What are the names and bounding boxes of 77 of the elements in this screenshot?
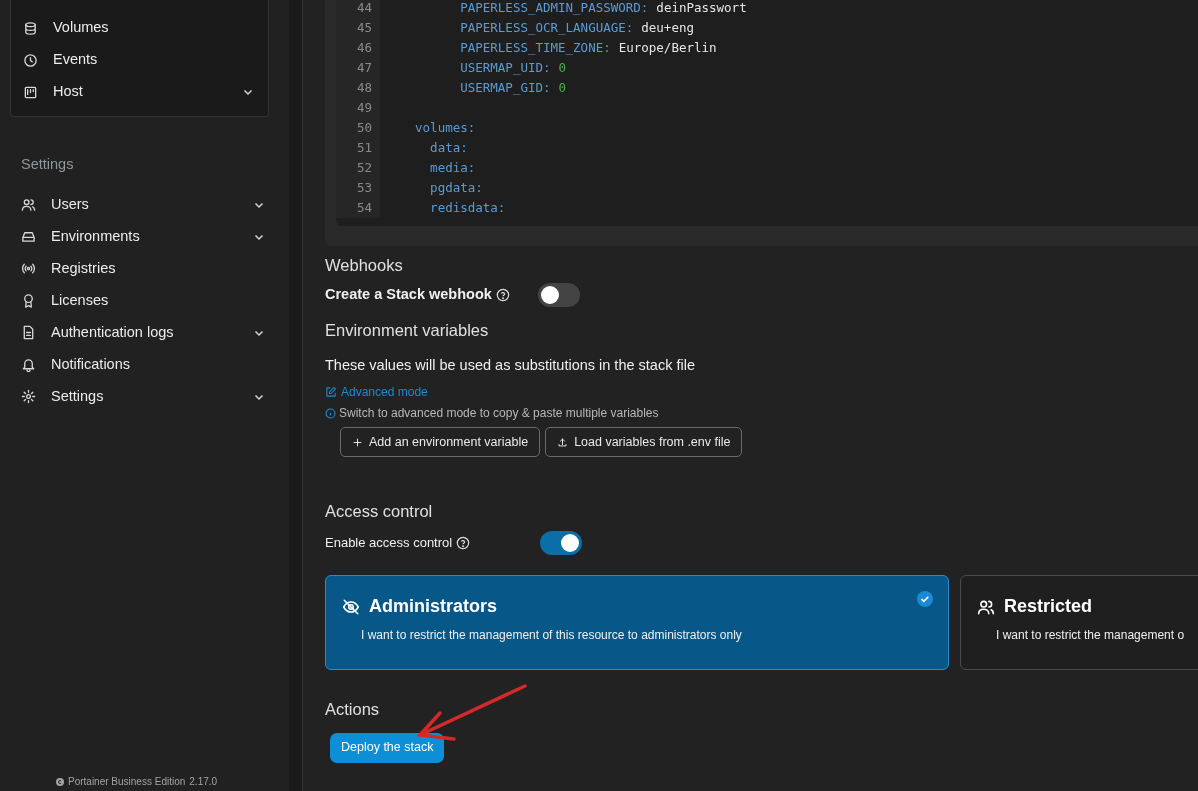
line-number: 52 [356,159,372,177]
drive-icon [21,229,36,245]
help-icon [495,287,510,302]
info-icon [325,407,336,419]
sidebar-item[interactable]: Registries [9,252,279,285]
code-value: Europe/Berlin [618,39,717,57]
option-description: I want to restrict the management of this resource to administrators only [361,627,743,644]
option-card[interactable]: Administrators I want to restrict the management of this resource to administrators only [325,575,949,670]
check-icon [917,591,933,607]
section-title: Access control [325,501,434,523]
sidebar-item[interactable]: Users [9,188,279,221]
settings-icon [21,389,36,405]
code-key: volumes: [400,118,476,138]
option-title: Restricted [1004,595,1093,618]
option-title: Administrators [369,595,498,618]
secondary-button[interactable]: Load variables from .env file [545,427,743,458]
line-number: 47 [356,59,372,77]
code-value: 0 [558,59,567,77]
line-number: 54 [356,199,372,217]
toggle-switch[interactable] [538,282,580,307]
code-key: data: [400,138,468,158]
code-key: PAPERLESS_TIME_ZONE: [400,38,611,58]
line-number: 51 [356,139,372,157]
section-title: Environment variables [325,319,490,341]
hint-text: Switch to advanced mode to copy & paste multiple variables [339,405,659,423]
sidebar-item[interactable]: Volumes [11,12,268,44]
section-title: Webhooks [325,255,404,276]
clock-icon [23,52,38,68]
code-key: media: [400,158,476,178]
database-icon [23,20,38,36]
advanced-mode-link[interactable]: Advanced mode [325,383,428,402]
board-icon [23,84,38,100]
edit-icon [325,386,337,399]
code-key: USERMAP_UID: [400,58,551,78]
section-title: Actions [325,699,381,720]
sidebar-item[interactable]: Settings [9,380,279,413]
users-icon [21,197,36,213]
code-key: USERMAP_GID: [400,78,551,98]
sidebar-item[interactable]: Events [11,44,268,76]
line-number: 53 [356,179,372,197]
section-heading: Settings [20,155,75,174]
bell-icon [21,357,36,373]
code-key: pgdata: [400,178,483,198]
secondary-button[interactable]: Add an environment variable [340,427,541,458]
option-card[interactable]: Restricted I want to restrict the management o [960,575,1198,670]
code-key: PAPERLESS_ADMIN_PASSWORD: [400,0,649,18]
code-key: redisdata: [400,198,506,218]
version-text: 2.17.0 [189,775,218,789]
sidebar-item[interactable]: Notifications [9,348,279,381]
copyright-icon [56,777,64,786]
upload-icon [557,436,569,448]
line-number: 46 [356,39,372,57]
plus-icon [352,436,363,448]
award-icon [21,293,36,309]
line-number: 49 [356,99,372,117]
toggle-switch[interactable] [540,531,582,555]
document-icon [21,325,36,341]
field-label: Create a Stack webhook [325,284,492,304]
code-key: PAPERLESS_OCR_LANGUAGE: [400,18,634,38]
sidebar-item[interactable]: Licenses [9,284,279,317]
sidebar-item[interactable]: Environments [9,220,279,253]
eye-off-icon [342,597,360,616]
option-description: I want to restrict the management o [996,627,1186,644]
sidebar-item[interactable]: Host [11,76,268,108]
line-number: 48 [356,79,372,97]
code-value: 0 [558,79,567,97]
code-value: deinPasswort [656,0,747,17]
code-value: deu+eng [641,19,694,37]
deploy-button[interactable]: Deploy the stack [330,732,445,763]
line-number: 45 [356,19,372,37]
line-number: 44 [356,0,372,17]
description-text: These values will be used as substitutions in the stack file [325,355,696,375]
line-number: 50 [356,119,372,137]
sidebar-item[interactable]: Authentication logs [9,316,279,349]
field-label: Enable access control [325,534,453,553]
footer-text: Portainer Business Edition [68,775,186,789]
help-icon [456,536,471,550]
